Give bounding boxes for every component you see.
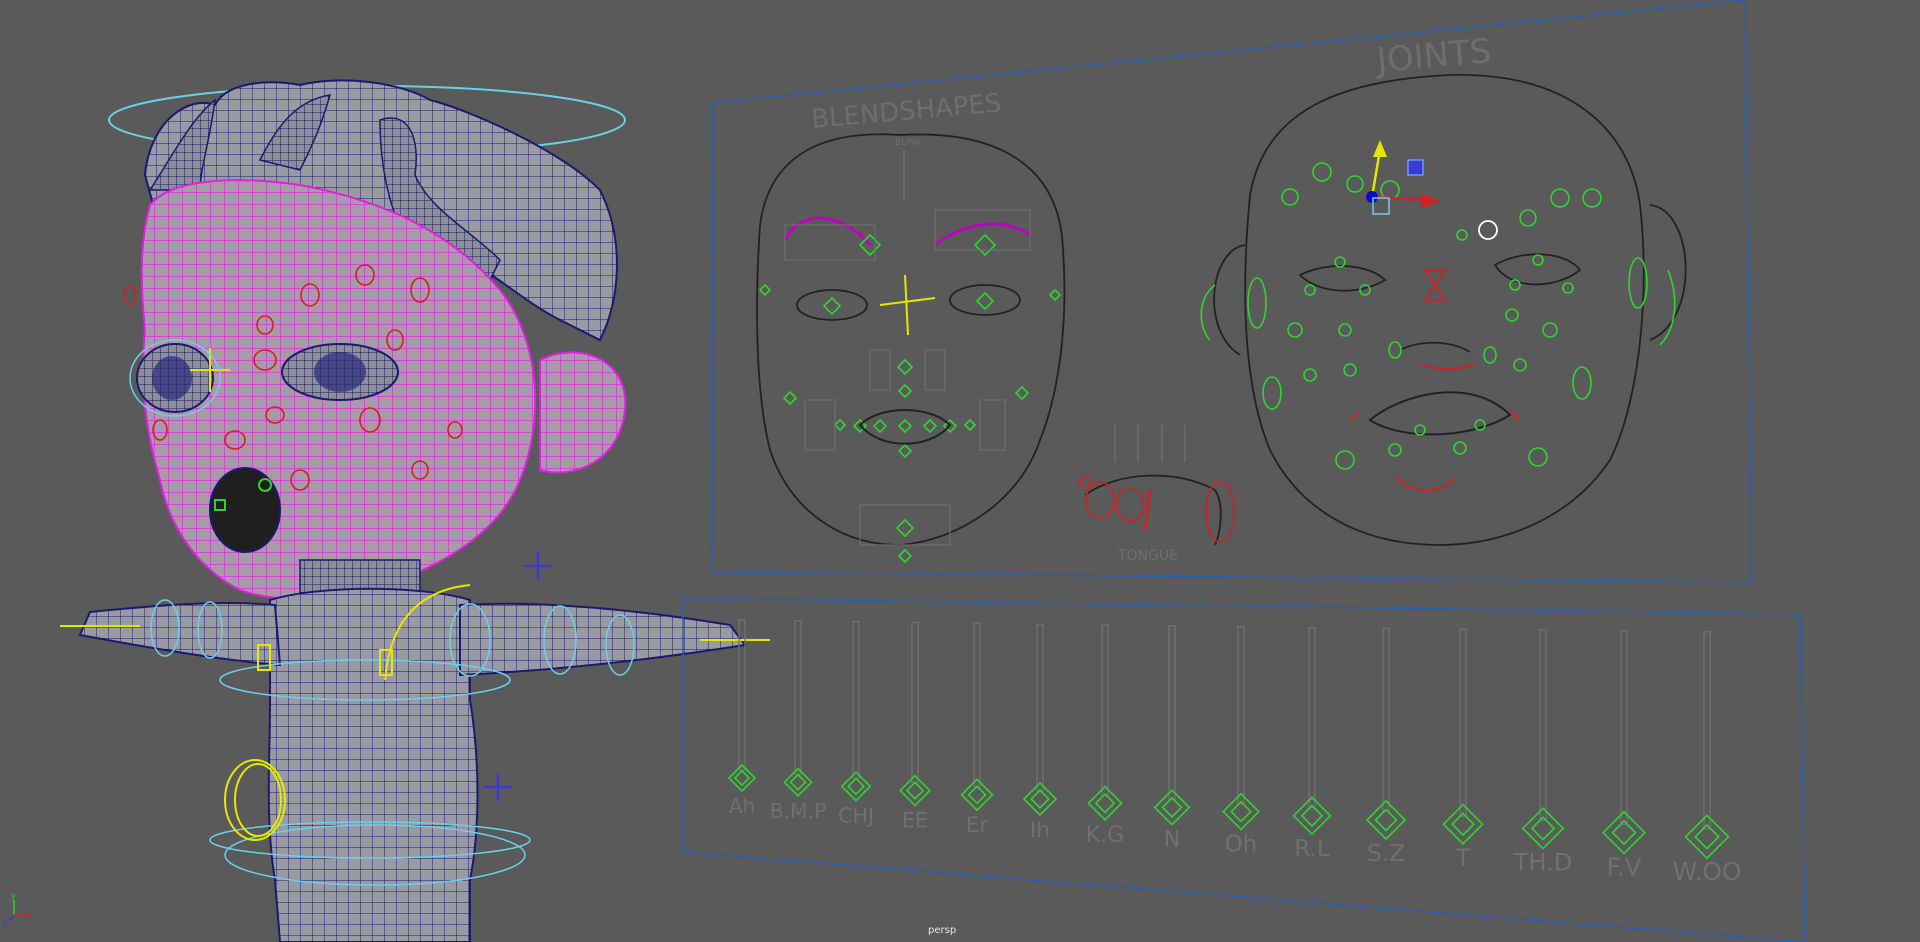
maya-3d-viewport[interactable]: BLENDSHAPES JOINTS BLINK TONGUE Ah B.M.P…: [0, 0, 1920, 942]
phoneme-slider-th-d[interactable]: TH.D: [1513, 629, 1573, 877]
phoneme-slider-t[interactable]: T: [1442, 628, 1484, 872]
phoneme-slider-k-g[interactable]: K.G: [1086, 624, 1125, 848]
phoneme-label: CHJ: [838, 804, 874, 828]
phoneme-label: EE: [902, 807, 929, 832]
blendshape-face-outline[interactable]: [756, 133, 1066, 546]
tongue-controls[interactable]: [1079, 425, 1235, 546]
slider-knob[interactable]: [1521, 807, 1565, 850]
phoneme-label: Ih: [1030, 818, 1050, 843]
joints-title: JOINTS: [1373, 31, 1493, 81]
phoneme-slider-ah[interactable]: Ah: [727, 619, 757, 818]
phoneme-slider-oh[interactable]: Oh: [1222, 626, 1260, 858]
slider-knob[interactable]: [1365, 799, 1407, 841]
blink-label: BLINK: [895, 138, 923, 148]
gizmo-z-label: z: [3, 918, 7, 927]
move-manipulator[interactable]: [1366, 140, 1498, 240]
slider-track: [911, 621, 919, 784]
phoneme-label: R.L: [1294, 836, 1330, 862]
slider-knob[interactable]: [727, 763, 757, 793]
slider-track: [1101, 624, 1109, 796]
phoneme-slider-panel[interactable]: Ah B.M.P CHJ EE Er Ih K.G N Oh R.L S.Z T TH.D F.V W.OO: [682, 597, 1806, 942]
tongue-label: TONGUE: [1117, 548, 1178, 564]
phoneme-slider-r-l[interactable]: R.L: [1292, 626, 1332, 863]
phoneme-label: Oh: [1225, 831, 1257, 857]
slider-track: [1036, 623, 1044, 792]
blendshapes-title: BLENDSHAPES: [810, 88, 1003, 135]
camera-label: persp: [928, 925, 957, 936]
slider-knob[interactable]: [1602, 810, 1646, 855]
phoneme-slider-er[interactable]: Er: [960, 622, 994, 838]
joints-lips[interactable]: [1368, 391, 1512, 436]
phoneme-slider-s-z[interactable]: S.Z: [1365, 627, 1407, 867]
phoneme-slider-ee[interactable]: EE: [899, 621, 931, 833]
left-iris: [314, 352, 366, 392]
torso-mesh[interactable]: [267, 587, 479, 942]
slider-knob[interactable]: [840, 771, 872, 802]
phoneme-label: T: [1455, 844, 1471, 872]
slider-track: [973, 622, 981, 788]
phoneme-label: W.OO: [1673, 857, 1742, 886]
blendshape-slider-knobs[interactable]: [758, 233, 1062, 564]
phoneme-slider-chj[interactable]: CHJ: [838, 620, 874, 828]
right-iris: [152, 356, 192, 400]
scene-canvas[interactable]: BLENDSHAPES JOINTS BLINK TONGUE Ah B.M.P…: [0, 0, 1920, 942]
phoneme-label: N: [1164, 827, 1181, 853]
facial-control-panel[interactable]: BLENDSHAPES JOINTS BLINK TONGUE: [711, 0, 1753, 583]
slider-knob[interactable]: [899, 774, 931, 807]
slider-knob[interactable]: [1442, 803, 1484, 845]
slider-knob[interactable]: [1222, 792, 1260, 831]
slider-track: [1703, 631, 1711, 830]
view-axis-gizmo: y x z: [3, 891, 32, 927]
slider-track: [1308, 626, 1316, 809]
phoneme-label: Er: [966, 813, 989, 838]
slider-knob[interactable]: [1022, 781, 1058, 817]
phoneme-slider-b-m-p[interactable]: B.M.P: [770, 620, 827, 823]
slider-track: [794, 620, 802, 775]
phoneme-label: S.Z: [1367, 839, 1406, 867]
slider-track: [1459, 628, 1467, 817]
phoneme-label: TH.D: [1513, 849, 1573, 877]
slider-track: [1237, 626, 1245, 805]
blendshape-sockets: [784, 209, 1031, 546]
slider-track: [1168, 625, 1176, 801]
slider-knob[interactable]: [1292, 796, 1332, 836]
gizmo-x-label: x: [27, 911, 32, 920]
phoneme-slider-w-oo[interactable]: W.OO: [1673, 631, 1742, 886]
phoneme-label: B.M.P: [770, 799, 827, 823]
right-arm-mesh[interactable]: [78, 601, 282, 667]
phoneme-label: K.G: [1086, 822, 1125, 848]
gizmo-y-label: y: [11, 891, 16, 900]
slider-track: [852, 620, 860, 780]
phoneme-slider-n[interactable]: N: [1153, 625, 1191, 853]
phoneme-label: F.V: [1607, 852, 1642, 881]
joints-face-outline[interactable]: [1244, 74, 1645, 546]
slider-knob[interactable]: [1684, 814, 1730, 860]
slider-knob[interactable]: [1153, 789, 1191, 826]
cog-pivots[interactable]: [484, 552, 552, 801]
character-model[interactable]: [60, 79, 770, 942]
slider-knob[interactable]: [783, 767, 813, 797]
slider-track: [1539, 629, 1547, 822]
joint-controls-red[interactable]: [1349, 269, 1521, 492]
slider-track: [1382, 627, 1390, 813]
blendshape-left-brow[interactable]: [783, 216, 872, 246]
phoneme-label: Ah: [729, 794, 755, 818]
slider-knob[interactable]: [960, 778, 994, 812]
blendshape-yellow-gizmo[interactable]: [879, 274, 936, 336]
blendshape-lips[interactable]: [858, 409, 952, 445]
slider-track: [1620, 630, 1628, 826]
phoneme-slider-f-v[interactable]: F.V: [1602, 630, 1646, 881]
blendshape-right-brow[interactable]: [934, 222, 1031, 247]
ear-mesh[interactable]: [539, 351, 627, 474]
joint-controls-green[interactable]: [1200, 162, 1676, 470]
slider-knob[interactable]: [1087, 785, 1123, 821]
phoneme-slider-ih[interactable]: Ih: [1022, 623, 1058, 843]
